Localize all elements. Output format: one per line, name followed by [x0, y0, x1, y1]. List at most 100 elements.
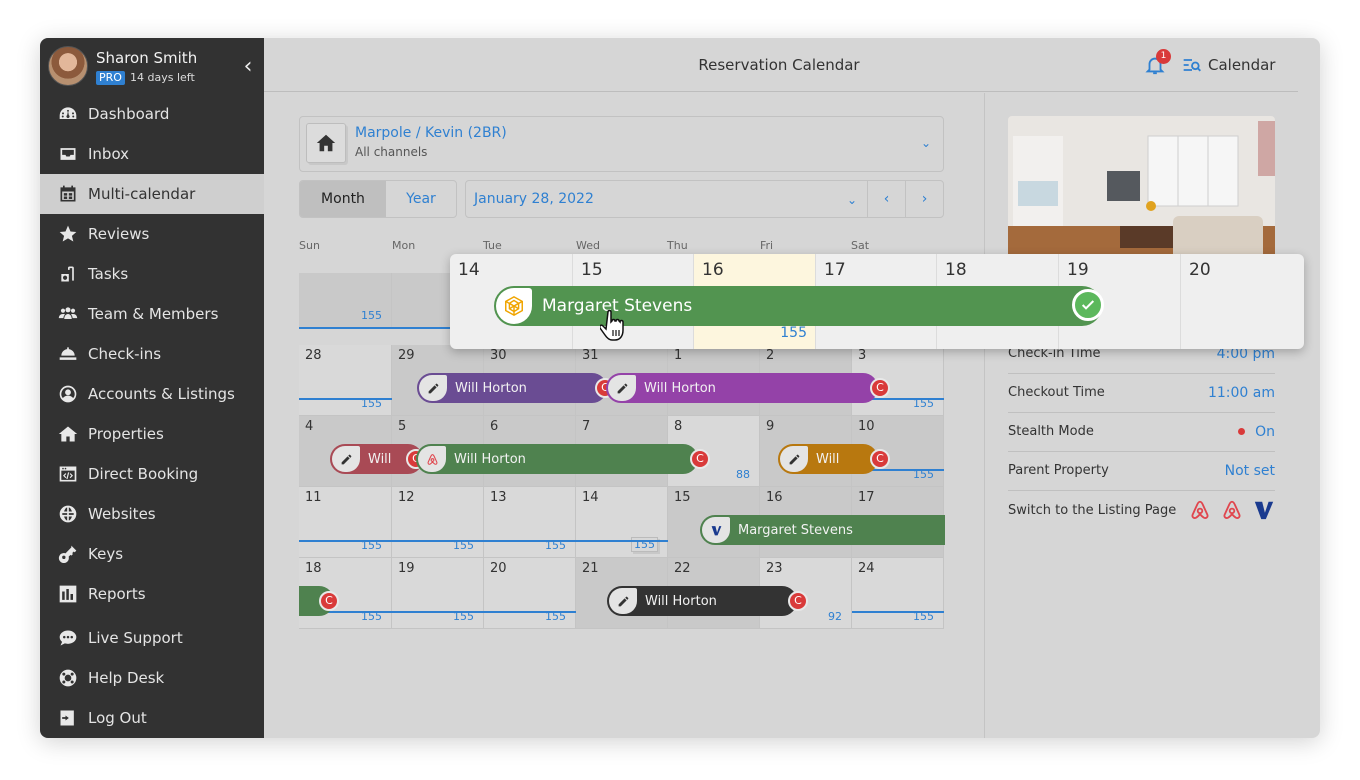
availability-line [299, 398, 392, 400]
reservation-bar[interactable]: Will [778, 444, 878, 474]
detail-label: Switch to the Listing Page [1008, 502, 1177, 518]
collapse-sidebar-button[interactable]: ‹ [238, 54, 258, 80]
dragged-reservation[interactable]: Margaret Stevens [494, 286, 1102, 326]
day-number: 2 [766, 348, 775, 363]
day-number: 28 [305, 348, 322, 363]
calendar-day-cell[interactable]: 14 155 [576, 487, 668, 558]
airbnb-icon[interactable] [1221, 499, 1243, 521]
sidebar-item-multi-calendar[interactable]: Multi-calendar [40, 174, 264, 214]
bar-chart-icon [57, 583, 79, 605]
vrbo-icon [702, 517, 730, 543]
sidebar-item-label: Accounts & Listings [88, 385, 235, 403]
vacuum-icon [57, 263, 79, 285]
calendar-day-cell[interactable]: 155 [299, 273, 392, 328]
sidebar-item-live-support[interactable]: Live Support [40, 618, 264, 658]
weekday-label: Tue [483, 239, 502, 252]
sidebar-item-log-out[interactable]: Log Out [40, 698, 264, 738]
detail-value-text: Not set [1224, 462, 1275, 479]
code-window-icon [57, 463, 79, 485]
day-number: 9 [766, 419, 775, 434]
user-profile[interactable]: Sharon Smith PRO 14 days left ‹ [48, 44, 264, 90]
guest-name: Will Horton [644, 380, 716, 396]
calendar-day-cell[interactable]: 13 155 [484, 487, 576, 558]
guest-name: Will Horton [454, 451, 526, 467]
drag-preview-week: 20 19 18 17 16 155 15 14 Margaret Stevens [450, 254, 1304, 349]
reservation-bar[interactable]: Will Horton [417, 373, 607, 403]
chevron-down-icon: ⌄ [846, 193, 857, 207]
sidebar-item-tasks[interactable]: Tasks [40, 254, 264, 294]
reservation-bar[interactable]: Will Horton [416, 444, 698, 474]
sidebar-item-check-ins[interactable]: Check-ins [40, 334, 264, 374]
chat-icon [57, 627, 79, 649]
sidebar-item-dashboard[interactable]: Dashboard [40, 94, 264, 134]
sidebar-item-label: Live Support [88, 629, 183, 647]
grab-cursor-icon [600, 309, 624, 341]
sidebar-item-accounts-listings[interactable]: Accounts & Listings [40, 374, 264, 414]
detail-label: Stealth Mode [1008, 424, 1094, 439]
pencil-icon [419, 375, 447, 401]
day-price: 92 [828, 610, 842, 623]
sidebar-item-websites[interactable]: Websites [40, 494, 264, 534]
availability-line [852, 611, 944, 613]
calendar-day-cell[interactable]: 28 155 [299, 345, 392, 416]
date-dropdown[interactable]: January 28, 2022 ⌄ [466, 181, 867, 217]
year-view-button[interactable]: Year [386, 181, 456, 217]
detail-value-text: On [1255, 423, 1275, 440]
month-view-button[interactable]: Month [300, 181, 386, 217]
reservation-bar[interactable]: Margaret Stevens [700, 515, 945, 545]
sidebar-item-direct-booking[interactable]: Direct Booking [40, 454, 264, 494]
app-window: Sharon Smith PRO 14 days left ‹ Dashboar… [40, 38, 1320, 738]
life-ring-icon [57, 667, 79, 689]
day-number: 14 [458, 260, 480, 280]
detail-value[interactable]: Not set [1225, 463, 1275, 479]
calendar-day-cell[interactable]: 19 155 [392, 558, 484, 629]
guest-name: Margaret Stevens [738, 522, 853, 538]
property-selector[interactable]: Marpole / Kevin (2BR) All channels ⌄ [299, 116, 944, 172]
guest-name: Will [368, 451, 392, 467]
day-number: 18 [945, 260, 967, 280]
confirmed-status-badge: C [870, 378, 890, 398]
pencil-icon [780, 446, 808, 472]
weekday-label: Fri [760, 239, 774, 252]
detail-value[interactable]: On [1238, 424, 1275, 440]
dashboard-icon [57, 103, 79, 125]
previous-month-button[interactable]: ‹ [867, 181, 905, 217]
calendar-day-cell[interactable]: 11 155 [299, 487, 392, 558]
sidebar-item-label: Help Desk [88, 669, 165, 687]
selected-date: January 28, 2022 [474, 191, 594, 207]
vrbo-icon[interactable] [1253, 499, 1275, 521]
sidebar-item-inbox[interactable]: Inbox [40, 134, 264, 174]
property-details-panel: rpole / Kevin (2BR) West Cordova Street,… [984, 93, 1298, 738]
detail-label: Parent Property [1008, 463, 1109, 478]
property-photo[interactable] [1008, 116, 1275, 266]
reservation-bar[interactable]: Will Horton [607, 586, 797, 616]
calendar-search-icon [1183, 59, 1201, 72]
day-number: 7 [582, 419, 591, 434]
sidebar-item-properties[interactable]: Properties [40, 414, 264, 454]
day-price: 155 [780, 325, 807, 341]
detail-row-parent-property: Parent Property Not set [1008, 451, 1275, 491]
sidebar-item-reviews[interactable]: Reviews [40, 214, 264, 254]
sidebar-item-team-members[interactable]: Team & Members [40, 294, 264, 334]
calendar-day-cell[interactable]: 24 155 [852, 558, 944, 629]
globe-icon [57, 503, 79, 525]
date-picker: January 28, 2022 ⌄ ‹ › [465, 180, 944, 218]
calendar-day-cell[interactable]: 20 155 [484, 558, 576, 629]
detail-value[interactable]: 11:00 am [1208, 385, 1275, 401]
logout-icon [57, 707, 79, 729]
home-icon [316, 134, 336, 152]
calendar-view-switch[interactable]: Calendar [1182, 55, 1275, 75]
reservation-bar[interactable]: Will Horton [606, 373, 878, 403]
day-number: 14 [582, 490, 599, 505]
sidebar-item-keys[interactable]: Keys [40, 534, 264, 574]
next-month-button[interactable]: › [905, 181, 943, 217]
sidebar-item-help-desk[interactable]: Help Desk [40, 658, 264, 698]
main-content: Reservation Calendar 1 Calendar Marpole … [264, 38, 1304, 738]
calendar-view-label: Calendar [1208, 56, 1276, 74]
calendar-day-cell[interactable]: 12 155 [392, 487, 484, 558]
user-circle-icon [57, 383, 79, 405]
sidebar-item-reports[interactable]: Reports [40, 574, 264, 614]
weekday-label: Wed [576, 239, 600, 252]
airbnb-icon[interactable] [1189, 499, 1211, 521]
sidebar: Sharon Smith PRO 14 days left ‹ Dashboar… [40, 38, 264, 738]
